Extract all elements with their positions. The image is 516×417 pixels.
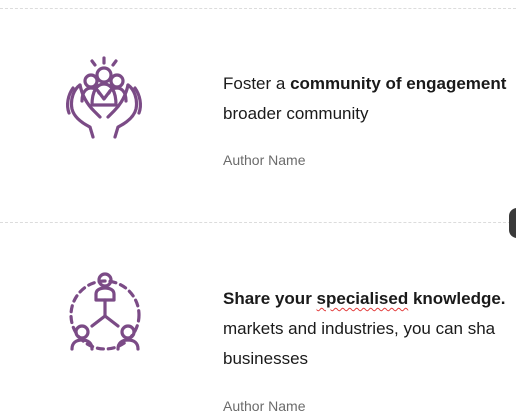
card-2-bold-b: knowledge.	[408, 289, 506, 308]
carousel-nav-handle[interactable]	[509, 208, 516, 238]
card-2-bold-misspelled: specialised	[316, 289, 409, 308]
card-2-text: Share your specialised knowledge. market…	[223, 284, 516, 374]
card-2-line-2: markets and industries, you can sha	[223, 319, 496, 338]
card-1-author: Author Name	[223, 152, 306, 168]
network-person-icon	[60, 270, 150, 360]
card-2-line-3: businesses	[223, 349, 309, 368]
card-1-text-prefix: Foster a	[223, 74, 291, 93]
card-1-line-1: Foster a community of engagement	[223, 69, 516, 99]
middle-divider	[0, 222, 516, 223]
card-2-author: Author Name	[223, 398, 306, 414]
card-1-text-bold: community of engagement	[290, 74, 507, 93]
community-hands-icon	[60, 55, 150, 145]
top-divider	[0, 8, 516, 9]
card-2-line-1: Share your specialised knowledge.	[223, 284, 516, 314]
card-2-bold-a: Share your	[223, 289, 317, 308]
card-1-line-2: broader community	[223, 104, 369, 123]
card-1-text: Foster a community of engagement broader…	[223, 69, 516, 129]
